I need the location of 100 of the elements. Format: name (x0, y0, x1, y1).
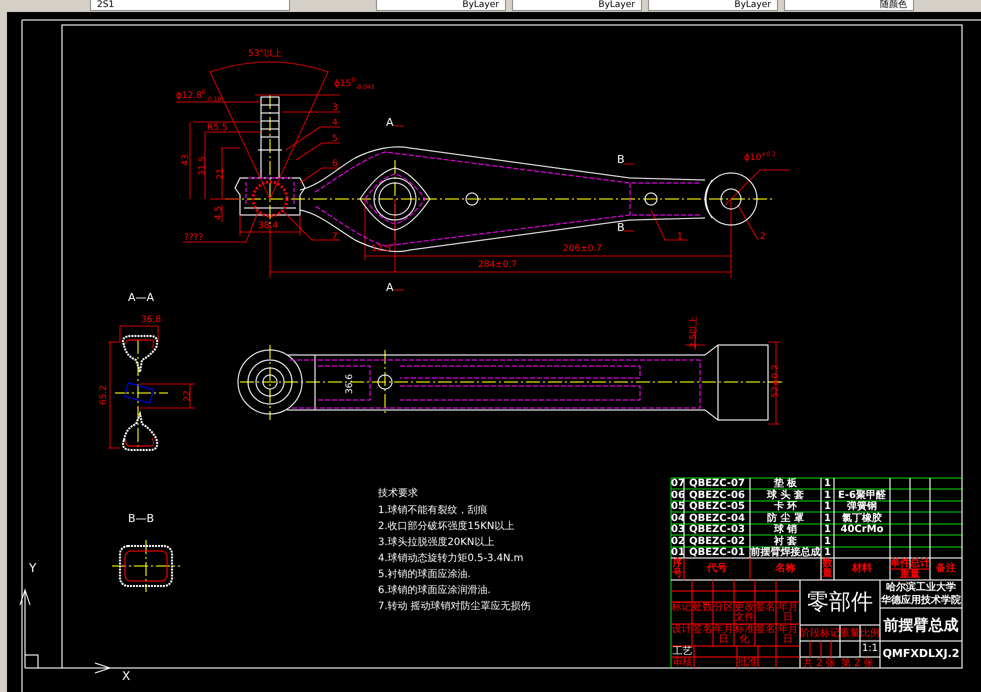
view-title: A—A (128, 292, 154, 304)
dimension-label: 65.2 (99, 384, 109, 406)
part-type-title: 零部件 (806, 590, 874, 616)
requirement-item: 7.转动 摇动球销对防尘罩应无损伤 (378, 601, 531, 613)
part-number-label: 5 (332, 134, 338, 144)
property-dropdown[interactable]: ByLayer (512, 0, 642, 11)
dimension-label: 22 (183, 390, 193, 402)
section-b-drawing (119, 545, 173, 587)
table-cell-text: E-6聚甲醛 (837, 490, 887, 500)
drawing-name: 前摆臂总成 (882, 616, 960, 634)
title-block-label: 年月日 (777, 625, 799, 645)
property-dropdown[interactable]: ByLayer (376, 0, 506, 11)
sheet-count: 共 2 张 (803, 658, 836, 669)
column-header: 数量 (821, 559, 834, 579)
title-block-label: 分区 (713, 603, 734, 613)
axis-label: Y (29, 563, 36, 573)
table-cell-text: QBEZC-07 (688, 478, 746, 489)
requirement-item: 4.球销动态旋转力矩0.5-3.4N.m (378, 553, 524, 565)
part-number-label: 6 (332, 159, 338, 169)
dimension-label: 2.5以上 (689, 316, 699, 348)
table-cell-text: 1 (823, 524, 832, 535)
drawing-number: QMFXDLXJ.2 (882, 647, 960, 661)
column-header: 代号 (706, 564, 728, 574)
dimension-label: 38.4 (258, 221, 278, 231)
title-block-label: 处数 (692, 603, 713, 613)
part-number-label: 1 (677, 232, 683, 242)
table-cell: 04 (671, 512, 684, 524)
requirements-title: 技术要求 (378, 488, 418, 500)
table-cell: 03 (671, 524, 684, 535)
requirement-item: 5.衬销的球面应涂油. (378, 569, 471, 581)
table-cell-text: 1 (823, 512, 832, 524)
title-block-label: 年月日 (713, 625, 734, 645)
table-cell-text: QBEZC-04 (688, 512, 746, 524)
part-number-label: 3 (332, 103, 338, 113)
table-cell-text: 1 (823, 490, 832, 500)
dimension-label: ϕ10$^{+0.2}$ (744, 150, 776, 163)
table-cell-text: 球 销 (772, 524, 798, 535)
table-cell-text: 球 头 套 (766, 490, 805, 500)
dimension-label: 4.5 (214, 206, 224, 220)
part-number-label: 4 (332, 118, 338, 128)
title-block-label: 更改文件 (734, 603, 755, 623)
table-cell: 02 (671, 536, 684, 546)
table-cell-text: QBEZC-01 (688, 547, 746, 558)
dimension-label: 36.6 (345, 374, 355, 394)
table-cell-text: 1 (824, 547, 831, 558)
table-cell-text: 衬 套 (774, 536, 798, 546)
axis-label: X (122, 671, 130, 681)
column-header: 备注 (935, 564, 957, 574)
school-name: 哈尔滨工业大学 (885, 582, 957, 594)
dimension-label: 206±0.7 (563, 244, 602, 254)
requirement-item: 6.球销的球面应涂润滑油. (378, 585, 491, 597)
dimension-label: ???? (184, 233, 204, 243)
view-title: B—B (128, 513, 154, 525)
table-cell-text: QBEZC-03 (688, 524, 746, 535)
table-cell-text: QBEZC-06 (688, 490, 746, 500)
table-cell-text: 40CrMo (839, 524, 884, 535)
part-number-label: 7 (332, 232, 338, 242)
table-cell: 前摆臂焊接总成 (750, 547, 821, 558)
dimension-label: 36.8 (141, 315, 162, 325)
title-block-label: 设计 (671, 625, 692, 635)
section-mark: A (386, 283, 394, 293)
dimension-label: 21 (216, 168, 226, 180)
scale-value: 1:1 (860, 643, 880, 655)
title-block-label: 标记 (671, 603, 692, 613)
table-cell-text: 防 尘 罩 (766, 512, 805, 524)
dimension-label: R5.5 (207, 123, 228, 133)
requirement-item: 1.球销不能有裂纹，刮痕 (378, 505, 488, 517)
title-block-label: 签名 (692, 625, 713, 635)
sheet-number: 第 2 张 (841, 658, 874, 669)
title-block-label: 签名 (755, 603, 776, 613)
table-cell-text: 卡 环 (772, 501, 798, 512)
column-header: 名称 (774, 564, 796, 574)
section-mark: A (386, 118, 394, 128)
title-block-label: 比例 (860, 629, 880, 639)
title-block-label: 阶段标记 (800, 629, 840, 639)
table-cell-text: 1 (823, 536, 832, 546)
table-cell-text: 1 (823, 478, 832, 489)
section-mark: B (617, 155, 625, 165)
title-block-label: 审核 (672, 658, 693, 668)
dimension-label: 43 (181, 154, 191, 166)
table-cell-text: QBEZC-02 (688, 536, 746, 546)
title-block-label: 批准 (737, 658, 758, 668)
part-number-label: 2 (760, 232, 766, 242)
layer-dropdown[interactable]: 2S1 (90, 0, 290, 11)
table-cell-text: QBEZC-05 (688, 501, 746, 512)
school-name: 华德应用技术学院 (880, 595, 962, 607)
title-block-label: 工艺 (672, 647, 693, 657)
dimension-label: 284±0.7 (478, 260, 518, 270)
dimension-label: 31.5 (198, 156, 208, 176)
table-cell-text: 垫 板 (772, 478, 798, 489)
section-mark: B (617, 223, 625, 233)
property-dropdown[interactable]: ByLayer (648, 0, 778, 11)
table-cell: 07 (671, 478, 684, 489)
column-header: 序号 (672, 559, 684, 579)
table-cell-text: 氯丁橡胶 (841, 512, 883, 524)
dimension-label: 52±0.2 (771, 364, 781, 398)
title-block-label: 签名 (755, 625, 776, 635)
table-cell-text: 弹簧钢 (846, 501, 877, 512)
table-cell: 05 (671, 501, 684, 512)
table-cell-text: 1 (823, 501, 832, 512)
